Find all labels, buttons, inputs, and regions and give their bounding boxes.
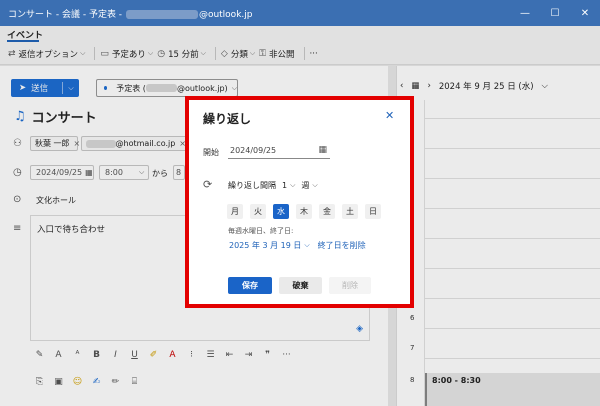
discard-button[interactable]: 破棄 [279, 277, 322, 294]
start-label: 開始 [203, 148, 219, 157]
day-wednesday[interactable]: 水 [273, 204, 289, 219]
chevron-down-icon[interactable]: ⌵ [304, 241, 309, 250]
start-date-picker[interactable]: 2024/09/25 ▦ [228, 143, 330, 159]
day-tuesday[interactable]: 火 [250, 204, 266, 219]
minimize-button[interactable]: — [510, 0, 540, 26]
remove-end-date-link[interactable]: 終了日を削除 [318, 240, 366, 251]
close-window-button[interactable]: ✕ [570, 0, 600, 26]
interval-unit[interactable]: 週 [301, 180, 309, 191]
delete-button[interactable]: 削除 [329, 277, 371, 294]
end-date-value[interactable]: 2025 年 3 月 19 日 [229, 240, 301, 251]
close-icon[interactable]: ✕ [385, 109, 394, 122]
day-sunday[interactable]: 日 [365, 204, 381, 219]
calendar-icon: ▦ [318, 145, 327, 155]
repeat-interval-row: 繰り返し間隔 1 ⌵ 週 ⌵ [228, 180, 324, 191]
day-monday[interactable]: 月 [227, 204, 243, 219]
maximize-button[interactable]: ☐ [540, 0, 570, 26]
day-thursday[interactable]: 木 [296, 204, 312, 219]
window-title: コンサート - 会議 - 予定表 - @outlook.jp [0, 7, 252, 20]
redacted-email [125, 9, 198, 19]
dialog-title: 繰り返し [203, 112, 252, 126]
interval-value[interactable]: 1 [282, 181, 287, 190]
window-title-suffix: @outlook.jp [198, 9, 253, 20]
repeat-icon: ⟳ [203, 178, 213, 191]
day-saturday[interactable]: 土 [342, 204, 358, 219]
save-button[interactable]: 保存 [228, 277, 272, 294]
recurrence-summary: 毎週水曜日、終了日: [228, 227, 294, 235]
interval-label: 繰り返し間隔 [228, 181, 276, 190]
day-friday[interactable]: 金 [319, 204, 335, 219]
start-date-value: 2024/09/25 [230, 146, 277, 155]
chevron-down-icon[interactable]: ⌵ [312, 181, 317, 190]
end-date-row: 2025 年 3 月 19 日 ⌵ 終了日を削除 [229, 240, 366, 251]
title-bar: コンサート - 会議 - 予定表 - @outlook.jp — ☐ ✕ [0, 0, 600, 26]
chevron-down-icon[interactable]: ⌵ [290, 181, 295, 190]
weekday-picker: 月 火 水 木 金 土 日 [227, 204, 388, 219]
window-title-prefix: コンサート - 会議 - 予定表 - [8, 9, 123, 20]
